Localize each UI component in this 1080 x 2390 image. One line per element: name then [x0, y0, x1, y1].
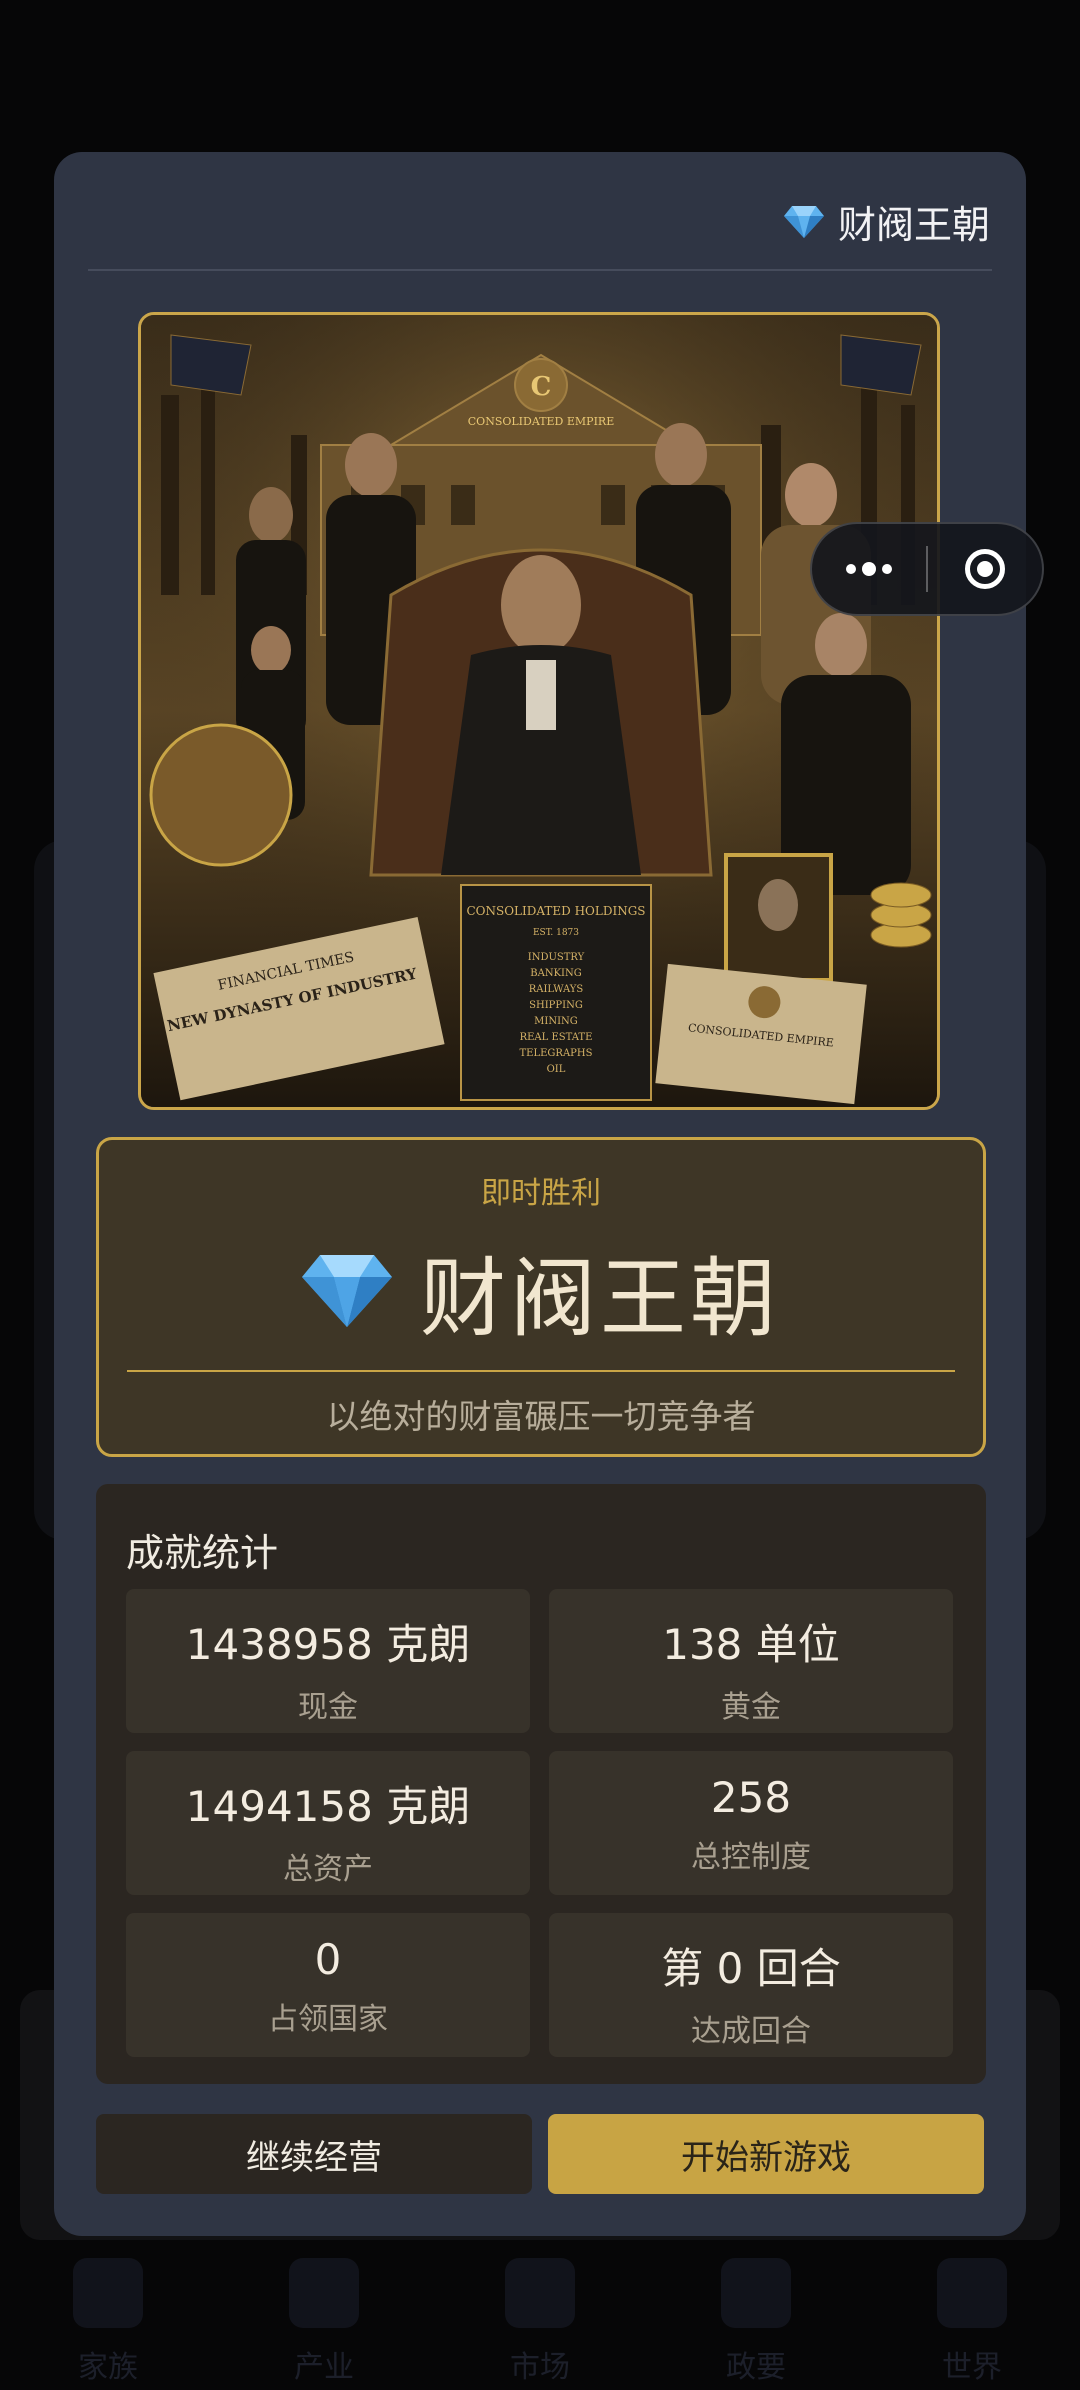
stat-value: 138 单位	[662, 1620, 840, 1669]
more-button[interactable]	[812, 524, 926, 614]
nav-item-family: 家族	[38, 2230, 178, 2386]
close-target-icon	[964, 549, 1005, 589]
stat-label: 黄金	[721, 1690, 781, 1725]
stat-label: 总资产	[283, 1852, 373, 1887]
more-dot-icon	[862, 562, 876, 576]
family-icon	[73, 2258, 143, 2328]
modal-header: 财阀王朝	[783, 186, 990, 256]
header-divider	[88, 269, 992, 271]
nav-item-world: 世界	[902, 2230, 1042, 2386]
book-item: REAL ESTATE	[520, 1032, 593, 1043]
stat-turn: 第 0 回合 达成回合	[549, 1913, 953, 2057]
victory-title-text: 财阀王朝	[420, 1248, 780, 1349]
book-item: MINING	[534, 1016, 578, 1027]
stat-label: 达成回合	[691, 2014, 811, 2049]
book-item: TELEGRAPHS	[520, 1048, 593, 1059]
nav-label: 市场	[510, 2350, 570, 2385]
nav-label: 政要	[726, 2350, 786, 2385]
achievement-stats: 成就统计 1438958 克朗 现金 138 单位 黄金 1494158 克朗 …	[96, 1484, 986, 2084]
diamond-icon	[783, 206, 824, 238]
victory-card: 即时胜利 财阀王朝 以绝对的财富碾压一切竞争者	[96, 1137, 986, 1457]
chart-icon	[505, 2258, 575, 2328]
stat-label: 总控制度	[691, 1840, 811, 1875]
modal-title: 财阀王朝	[837, 202, 990, 247]
diamond-icon	[302, 1255, 392, 1327]
stat-total-assets: 1494158 克朗 总资产	[126, 1751, 530, 1895]
book-item: RAILWAYS	[529, 984, 584, 995]
stat-value: 1494158 克朗	[185, 1782, 471, 1831]
globe-icon	[937, 2258, 1007, 2328]
stat-value: 1438958 克朗	[185, 1620, 471, 1669]
book-item: BANKING	[530, 968, 581, 979]
hammer-icon	[289, 2258, 359, 2328]
svg-text:C: C	[531, 372, 552, 402]
nav-label: 家族	[78, 2350, 138, 2385]
mini-program-capsule	[810, 522, 1044, 616]
stats-title: 成就统计	[126, 1531, 279, 1575]
nav-label: 产业	[294, 2350, 354, 2385]
stat-value: 258	[710, 1773, 792, 1822]
stat-value: 第 0 回合	[661, 1944, 841, 1993]
stat-gold: 138 单位 黄金	[549, 1589, 953, 1733]
book-item: OIL	[547, 1064, 566, 1075]
victory-description: 以绝对的财富碾压一切竞争者	[326, 1397, 756, 1436]
continue-button[interactable]: 继续经营	[96, 2114, 532, 2194]
more-dot-icon	[882, 564, 892, 574]
stat-control: 258 总控制度	[549, 1751, 953, 1895]
book-item: INDUSTRY	[528, 952, 585, 963]
stat-label: 占领国家	[268, 2002, 388, 2037]
nav-item-market: 市场	[470, 2230, 610, 2386]
book-est: EST. 1873	[533, 928, 579, 938]
stat-value: 0	[314, 1935, 342, 1984]
bottom-navigation: 家族 产业 市场 政要 世界	[0, 2230, 1080, 2390]
book-title: CONSOLIDATED HOLDINGS	[466, 904, 645, 918]
victory-modal: 财阀王朝 C CONSOLIDATED EMPIRE CONSOLIDATED …	[54, 152, 1026, 2236]
illustration-art: C CONSOLIDATED EMPIRE CONSOLIDATED HOLDI…	[141, 315, 937, 1107]
stat-cash: 1438958 克朗 现金	[126, 1589, 530, 1733]
new-game-button[interactable]: 开始新游戏	[548, 2114, 984, 2194]
stat-countries: 0 占领国家	[126, 1913, 530, 2057]
victory-title: 财阀王朝	[99, 1235, 983, 1349]
stat-label: 现金	[298, 1690, 358, 1725]
nav-label: 世界	[942, 2350, 1002, 2385]
victory-type: 即时胜利	[481, 1176, 601, 1211]
dynasty-illustration: C CONSOLIDATED EMPIRE CONSOLIDATED HOLDI…	[138, 312, 940, 1110]
victory-divider	[127, 1370, 955, 1372]
close-button[interactable]	[928, 524, 1042, 614]
banner-text: CONSOLIDATED EMPIRE	[468, 415, 614, 428]
more-dot-icon	[846, 564, 856, 574]
nav-item-politics: 政要	[686, 2230, 826, 2386]
shield-icon	[721, 2258, 791, 2328]
book-item: SHIPPING	[529, 1000, 583, 1011]
nav-item-industry: 产业	[254, 2230, 394, 2386]
